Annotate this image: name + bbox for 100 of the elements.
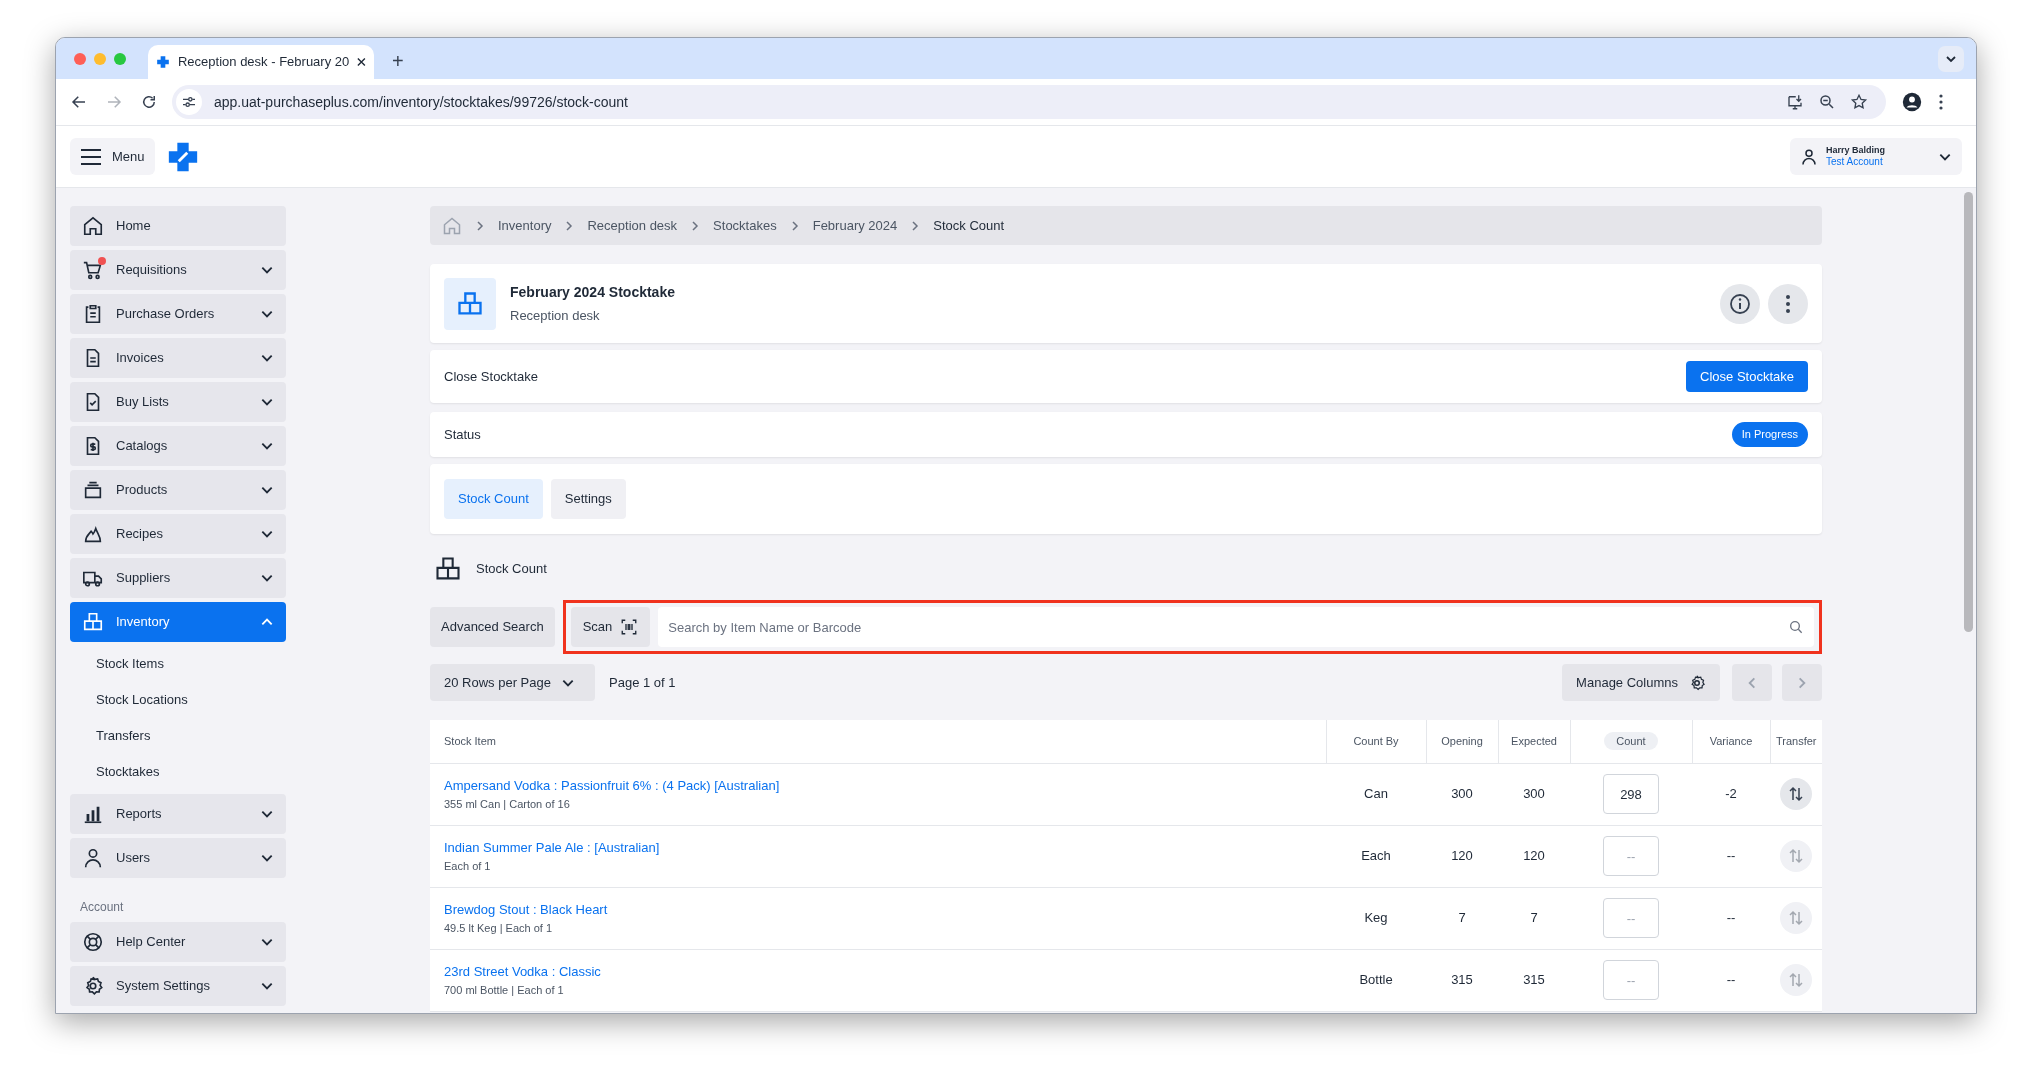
cart-icon (82, 259, 104, 281)
address-bar[interactable]: app.uat-purchaseplus.com/inventory/stocktakes/99726/stock-count (172, 85, 1886, 119)
swap-arrows-icon (1787, 847, 1805, 865)
sidebar-subitem[interactable]: Stock Items (70, 646, 286, 682)
scrollbar-thumb[interactable] (1964, 192, 1973, 632)
stock-item-detail: Each of 1 (444, 859, 492, 874)
profile-avatar-icon[interactable] (1902, 92, 1922, 112)
info-icon (1728, 291, 1752, 316)
stacked-tray-icon (82, 479, 104, 501)
sidebar-item[interactable]: Users (70, 838, 286, 878)
user-icon (82, 847, 104, 869)
scan-button[interactable]: Scan (570, 607, 651, 647)
info-button[interactable] (1720, 283, 1760, 324)
tab-title: Reception desk - February 20 (178, 53, 350, 72)
table-cell: 300 (1498, 763, 1570, 825)
table-cell: -- (1692, 887, 1770, 949)
sidebar-item[interactable]: Buy Lists (70, 382, 286, 422)
close-tab-icon[interactable] (357, 57, 366, 67)
table-cell: 315 (1498, 949, 1570, 1011)
table-cell: Each (1326, 825, 1426, 887)
tab[interactable]: Stock Count (444, 479, 543, 519)
sidebar-item[interactable]: Reports (70, 794, 286, 834)
advanced-search-button[interactable]: Advanced Search (430, 607, 555, 647)
search-field[interactable]: Search by Item Name or Barcode (658, 607, 1814, 647)
reload-icon[interactable] (140, 93, 158, 111)
user-name: Harry Balding (1826, 144, 1886, 156)
new-tab-button[interactable]: + (392, 51, 404, 71)
table-cell: Bottle (1326, 949, 1426, 1011)
status-badge: In Progress (1731, 422, 1808, 447)
url-text: app.uat-purchaseplus.com/inventory/stocktakes/99726/stock-count (214, 92, 629, 112)
rows-per-page-dropdown[interactable]: 20 Rows per Page (430, 664, 595, 701)
sidebar-item[interactable]: Suppliers (70, 558, 286, 598)
column-header[interactable]: Count By (1353, 735, 1399, 747)
stock-item-link[interactable]: Ampersand Vodka : Passionfruit 6% : (4 Pack) [Australian] (444, 775, 1326, 795)
search-icon (1788, 619, 1804, 635)
sidebar-subitem[interactable]: Transfers (70, 718, 286, 754)
column-header[interactable]: Stock Item (444, 735, 496, 747)
sidebar-subitem[interactable]: Stocktakes (70, 754, 286, 790)
sidebar-subitem[interactable]: Stock Locations (70, 682, 286, 718)
site-settings-icon[interactable] (181, 94, 197, 110)
zoom-out-icon[interactable] (1818, 93, 1836, 111)
sidebar-heading: Account (79, 899, 125, 916)
stock-item-link[interactable]: Brewdog Stout : Black Heart (444, 899, 1326, 919)
sidebar-item[interactable]: Help Center (70, 922, 286, 962)
breadcrumb-link[interactable]: Stocktakes (713, 215, 777, 236)
sidebar-item[interactable]: Recipes (70, 514, 286, 554)
count-input[interactable]: -- (1603, 836, 1659, 876)
boxes-icon (456, 289, 484, 318)
chevron-down-icon (1945, 53, 1957, 65)
install-app-icon[interactable] (1786, 93, 1804, 111)
settings-icon (1688, 673, 1706, 692)
breadcrumb-link[interactable]: Inventory (498, 215, 552, 236)
back-icon[interactable] (70, 93, 88, 111)
count-input[interactable]: -- (1603, 960, 1659, 1000)
sidebar-item[interactable]: Inventory (70, 602, 286, 642)
tab[interactable]: Settings (550, 479, 626, 519)
column-header[interactable]: Expected (1511, 735, 1557, 747)
browser-tab[interactable]: Reception desk - February 20 (148, 45, 374, 79)
sidebar-item[interactable]: System Settings (70, 966, 286, 1006)
column-header[interactable]: Opening (1441, 735, 1483, 747)
count-input[interactable]: 298 (1603, 774, 1659, 814)
section-title: Stock Count (476, 560, 547, 579)
stock-item-link[interactable]: 23rd Street Vodka : Classic (444, 961, 1326, 981)
swap-arrows-icon (1787, 909, 1805, 927)
breadcrumb-link[interactable]: Reception desk (587, 215, 678, 236)
manage-columns-button[interactable]: Manage Columns (1562, 664, 1720, 701)
column-header[interactable]: Count (1604, 732, 1658, 750)
sidebar-item[interactable]: Home (70, 206, 286, 246)
breadcrumb-link[interactable]: February 2024 (812, 215, 898, 236)
more-actions-button[interactable] (1768, 283, 1808, 324)
table-cell: 315 (1426, 949, 1498, 1011)
sidebar-item[interactable]: Requisitions (70, 250, 286, 290)
sidebar-item[interactable]: Invoices (70, 338, 286, 378)
bookmark-star-icon[interactable] (1850, 93, 1868, 111)
table-cell: -- (1692, 949, 1770, 1011)
menu-button[interactable]: Menu (70, 138, 155, 175)
more-options-icon (1785, 293, 1791, 314)
stocktake-location: Reception desk (510, 306, 601, 325)
sidebar-item[interactable]: Catalogs (70, 426, 286, 466)
stock-item-detail: 355 ml Can | Carton of 16 (444, 797, 571, 812)
column-header[interactable]: Variance (1709, 735, 1753, 747)
breadcrumb-current: Stock Count (933, 216, 1005, 235)
sidebar-item[interactable]: Purchase Orders (70, 294, 286, 334)
stock-item-link[interactable]: Indian Summer Pale Ale : [Australian] (444, 837, 1326, 857)
user-menu-button[interactable]: Harry Balding Test Account (1790, 138, 1962, 175)
sidebar-item[interactable]: Products (70, 470, 286, 510)
more-options-icon[interactable] (1938, 94, 1944, 110)
barcode-icon (620, 618, 639, 636)
home-icon (82, 215, 104, 237)
count-input[interactable]: -- (1603, 898, 1659, 938)
table-cell: 7 (1426, 887, 1498, 949)
stocktake-title: February 2024 Stocktake (510, 282, 675, 302)
column-header[interactable]: Transfer (1775, 735, 1817, 747)
table-cell: Keg (1326, 887, 1426, 949)
stock-item-detail: 49.5 lt Keg | Each of 1 (444, 921, 554, 936)
close-stocktake-label: Close Stocktake (444, 367, 539, 386)
transfer-button[interactable] (1780, 778, 1812, 810)
close-stocktake-button[interactable]: Close Stocktake (1686, 361, 1808, 392)
tab-list-button[interactable] (1938, 46, 1964, 72)
account-name: Test Account (1826, 155, 1884, 169)
